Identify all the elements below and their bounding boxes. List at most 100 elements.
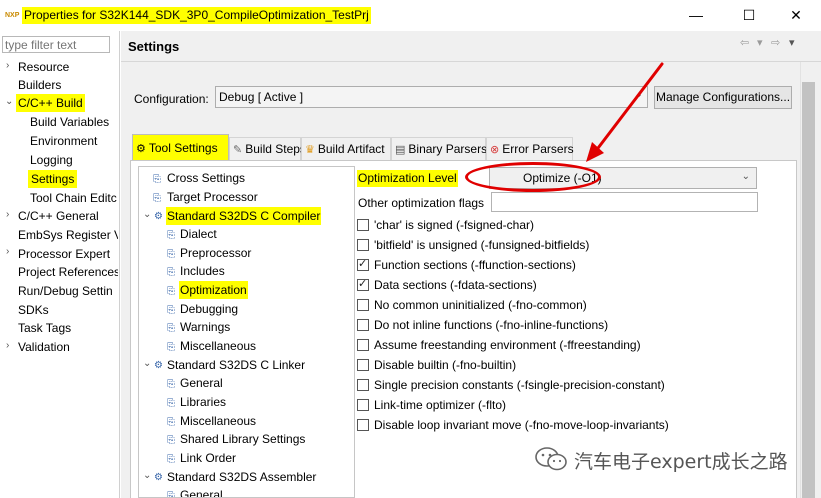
tree-item-libraries[interactable]: Libraries <box>180 393 226 411</box>
checkbox-fno-builtin[interactable] <box>357 359 369 371</box>
view-menu-icon[interactable]: ▾ <box>789 36 795 49</box>
tool-settings-tree: ⎘ Cross Settings ⎘ Target Processor ⌄ ⚙ … <box>138 166 355 498</box>
back-arrow-icon[interactable]: ⇦ <box>740 36 749 49</box>
tree-item-task-tags[interactable]: Task Tags <box>18 319 71 337</box>
configuration-label: Configuration: <box>134 92 209 106</box>
tree-item-environment[interactable]: Environment <box>30 132 97 150</box>
tab-binary-parsers[interactable]: ▤ Binary Parsers <box>391 137 487 160</box>
tab-build-steps[interactable]: ✎ Build Steps <box>229 137 306 160</box>
tree-item-link-order[interactable]: Link Order <box>180 449 236 467</box>
settings-page-icon: ⎘ <box>167 305 175 316</box>
tree-item-target-processor[interactable]: Target Processor <box>167 188 258 206</box>
collapse-chevron-icon[interactable]: ⌄ <box>5 96 15 107</box>
watermark-text: 汽车电子expert成长之路 <box>574 451 788 473</box>
expand-chevron-icon[interactable]: › <box>6 246 16 257</box>
tree-item-general[interactable]: General <box>180 486 223 497</box>
tree-item-miscellaneous[interactable]: Miscellaneous <box>180 412 256 430</box>
tree-item-validation[interactable]: Validation <box>18 338 70 356</box>
scrollbar-thumb[interactable] <box>802 82 815 498</box>
tree-item-optimization[interactable]: Optimization <box>179 281 248 299</box>
collapse-chevron-icon[interactable]: ⌄ <box>143 209 153 220</box>
settings-page-icon: ⎘ <box>167 286 175 297</box>
settings-page-icon: ⎘ <box>167 491 175 498</box>
tree-item-settings[interactable]: Settings <box>28 170 78 188</box>
tree-item-build-variables[interactable]: Build Variables <box>30 113 109 131</box>
settings-page-icon: ⎘ <box>167 267 175 278</box>
checkbox-label: Data sections (-fdata-sections) <box>374 278 537 292</box>
tree-item-assembler[interactable]: Standard S32DS Assembler <box>167 468 316 486</box>
settings-page-icon: ⎘ <box>167 323 175 334</box>
other-optimization-flags-input[interactable] <box>491 192 758 212</box>
tree-item-miscellaneous[interactable]: Miscellaneous <box>180 337 256 355</box>
tab-label: Build Artifact <box>317 142 385 156</box>
other-optimization-flags-label: Other optimization flags <box>358 196 485 210</box>
tree-item-tool-chain-editor[interactable]: Tool Chain Editc <box>30 189 117 207</box>
settings-page-icon: ⎘ <box>167 342 175 353</box>
tree-item-project-references[interactable]: Project References <box>18 263 118 281</box>
checkbox-ffunction-sections[interactable] <box>357 257 369 271</box>
tree-item-preprocessor[interactable]: Preprocessor <box>180 244 251 262</box>
configuration-value: Debug [ Active ] <box>219 90 304 104</box>
property-tree: › Resource Builders ⌄ C/C++ Build Build … <box>0 56 118 498</box>
close-button[interactable]: ✕ <box>780 5 812 25</box>
checkbox-funsigned-bitfields[interactable] <box>357 239 369 251</box>
tree-item-run-debug-settings[interactable]: Run/Debug Settin <box>18 282 113 300</box>
settings-page-icon: ⎘ <box>167 435 175 446</box>
tree-item-logging[interactable]: Logging <box>30 151 73 169</box>
tree-item-resource[interactable]: Resource <box>18 58 69 76</box>
maximize-button[interactable]: ☐ <box>733 5 765 25</box>
checkbox-fsigned-char[interactable] <box>357 219 369 231</box>
tree-item-dialect[interactable]: Dialect <box>180 225 217 243</box>
checkbox-fno-common[interactable] <box>357 299 369 311</box>
tree-item-includes[interactable]: Includes <box>180 262 225 280</box>
checkbox-flto[interactable] <box>357 399 369 411</box>
tool-gear-icon: ⚙ <box>154 360 163 371</box>
tree-item-general[interactable]: General <box>180 374 223 392</box>
checkbox-fno-move-loop-invariants[interactable] <box>357 419 369 431</box>
sash-divider[interactable] <box>119 31 120 498</box>
back-menu-chevron-icon[interactable]: ▾ <box>757 36 763 49</box>
header-separator <box>121 61 821 62</box>
binary-parsers-icon: ▤ <box>395 144 406 156</box>
collapse-chevron-icon[interactable]: ⌄ <box>143 470 153 481</box>
annotation-arrow-icon <box>586 62 664 162</box>
checkbox-label: 'bitfield' is unsigned (-funsigned-bitfi… <box>374 238 590 252</box>
tree-item-embsys-register[interactable]: EmbSys Register V <box>18 226 118 244</box>
checkbox-label: Single precision constants (-fsingle-pre… <box>374 378 665 392</box>
tree-item-cpp-build[interactable]: C/C++ Build <box>16 94 85 112</box>
checkbox-fno-inline-functions[interactable] <box>357 319 369 331</box>
checkbox-fdata-sections[interactable] <box>357 277 369 291</box>
tree-item-sdks[interactable]: SDKs <box>18 301 49 319</box>
tool-gear-icon: ⚙ <box>154 472 163 483</box>
expand-chevron-icon[interactable]: › <box>6 209 16 220</box>
tree-item-c-linker[interactable]: Standard S32DS C Linker <box>167 356 305 374</box>
tab-tool-settings[interactable]: ⚙ Tool Settings <box>132 134 229 161</box>
checkbox-ffreestanding[interactable] <box>357 339 369 351</box>
checkbox-label: Function sections (-ffunction-sections) <box>374 258 576 272</box>
expand-chevron-icon[interactable]: › <box>6 60 16 71</box>
app-icon: NXP <box>5 12 20 19</box>
checkbox-label: No common uninitialized (-fno-common) <box>374 298 587 312</box>
tree-item-c-compiler[interactable]: Standard S32DS C Compiler <box>166 207 322 225</box>
tab-build-artifact[interactable]: ♛ Build Artifact <box>301 137 391 160</box>
tree-item-debugging[interactable]: Debugging <box>180 300 238 318</box>
expand-chevron-icon[interactable]: › <box>6 340 16 351</box>
forward-arrow-icon[interactable]: ⇨ <box>771 36 780 49</box>
optimization-level-label: Optimization Level <box>357 170 458 187</box>
minimize-button[interactable]: — <box>680 5 712 25</box>
tab-label: Error Parsers <box>502 142 574 156</box>
checkbox-fsingle-precision-constant[interactable] <box>357 379 369 391</box>
checkbox-label: Link-time optimizer (-flto) <box>374 398 507 412</box>
tree-item-cpp-general[interactable]: C/C++ General <box>18 207 99 225</box>
filter-input[interactable] <box>2 36 110 53</box>
tree-item-warnings[interactable]: Warnings <box>180 318 230 336</box>
tab-error-parsers[interactable]: ⊗ Error Parsers <box>486 137 574 160</box>
tree-item-processor-expert[interactable]: Processor Expert <box>18 245 110 263</box>
tree-item-shared-library-settings[interactable]: Shared Library Settings <box>180 430 305 448</box>
tool-settings-icon: ⚙ <box>136 143 146 155</box>
settings-page-icon: ⎘ <box>167 230 175 241</box>
tree-item-cross-settings[interactable]: Cross Settings <box>167 169 245 187</box>
tree-item-builders[interactable]: Builders <box>18 76 61 94</box>
settings-page-icon: ⎘ <box>167 249 175 260</box>
collapse-chevron-icon[interactable]: ⌄ <box>143 358 153 369</box>
